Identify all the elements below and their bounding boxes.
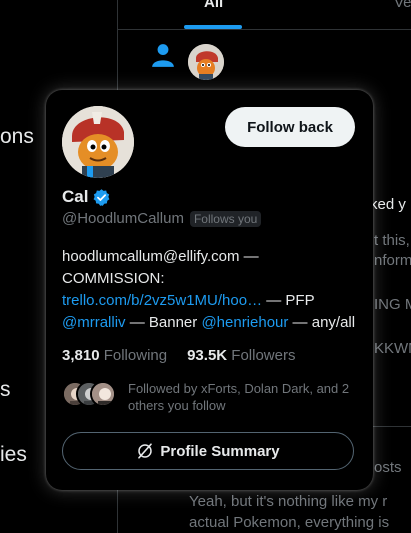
profile-avatar[interactable] bbox=[62, 106, 134, 178]
grok-icon bbox=[138, 443, 153, 459]
pfp-mention-link[interactable]: @mrralliv bbox=[62, 314, 126, 331]
bio-text: — Banner bbox=[125, 314, 202, 331]
nav-item-fragment[interactable]: ies bbox=[0, 443, 27, 467]
handle-row: @HoodlumCallum Follows you bbox=[62, 210, 262, 227]
followers-you-know-avatars bbox=[62, 381, 118, 409]
reply-text: Yeah, but it's nothing like my r bbox=[189, 493, 388, 510]
notification-text: osts bbox=[374, 459, 402, 476]
following-stat[interactable]: 3,810 Following bbox=[62, 347, 167, 364]
followed-by-row[interactable]: Followed by xForts, Dolan Dark, and 2 ot… bbox=[62, 379, 362, 419]
name-row: Cal bbox=[62, 186, 111, 208]
notification-item[interactable] bbox=[118, 30, 411, 92]
follow-back-button[interactable]: Follow back bbox=[225, 107, 355, 147]
banner-mention-link[interactable]: @henriehour bbox=[201, 314, 288, 331]
display-name[interactable]: Cal bbox=[62, 187, 88, 207]
verified-badge-icon bbox=[94, 188, 110, 206]
following-count: 3,810 bbox=[62, 347, 100, 364]
profile-stats: 3,810 Following 93.5K Followers bbox=[62, 347, 295, 364]
notification-tabs: All Ve bbox=[118, 0, 411, 30]
followers-count: 93.5K bbox=[187, 347, 228, 364]
notification-avatar[interactable] bbox=[188, 44, 224, 80]
followed-by-text: Followed by xForts, Dolan Dark, and 2 ot… bbox=[128, 381, 350, 413]
bio-text: — any/all bbox=[288, 314, 356, 331]
notification-text: KKWM bbox=[374, 340, 411, 357]
handle[interactable]: @HoodlumCallum bbox=[62, 210, 184, 227]
notification-text: nform bbox=[374, 252, 411, 269]
profile-bio: hoodlumcallum@ellify.com — COMMISSION: t… bbox=[62, 246, 362, 334]
followers-stat[interactable]: 93.5K Followers bbox=[187, 347, 295, 364]
nav-item-fragment[interactable]: ons bbox=[0, 125, 34, 149]
person-icon bbox=[152, 44, 174, 67]
profile-summary-button[interactable]: Profile Summary bbox=[62, 432, 354, 470]
profile-hovercard: Follow back Cal @HoodlumCallum Follows y… bbox=[46, 90, 373, 490]
following-label: Following bbox=[103, 347, 168, 364]
active-tab-indicator bbox=[184, 25, 242, 29]
avatar bbox=[90, 381, 116, 407]
follows-you-badge: Follows you bbox=[189, 210, 262, 227]
notification-text: ING M bbox=[374, 296, 411, 313]
tab-all[interactable]: All bbox=[204, 0, 223, 11]
bio-text: COMMISSION: bbox=[62, 270, 165, 287]
reply-text: actual Pokemon, everything is bbox=[189, 514, 390, 531]
followers-label: Followers bbox=[231, 347, 296, 364]
tab-verified[interactable]: Ve bbox=[394, 0, 411, 11]
trello-link[interactable]: trello.com/b/2vz5w1MU/hoo… bbox=[62, 292, 262, 309]
profile-summary-label: Profile Summary bbox=[160, 442, 280, 460]
bio-text: — bbox=[239, 248, 259, 265]
bio-email: hoodlumcallum@ellify.com bbox=[62, 248, 240, 265]
bio-text: — PFP bbox=[262, 292, 315, 309]
nav-item-fragment[interactable]: s bbox=[0, 378, 11, 402]
notification-text: ked y bbox=[370, 196, 406, 213]
page: ons s ies All Ve ked y t this, nform ING… bbox=[0, 0, 411, 533]
notification-text: t this, bbox=[374, 232, 410, 249]
